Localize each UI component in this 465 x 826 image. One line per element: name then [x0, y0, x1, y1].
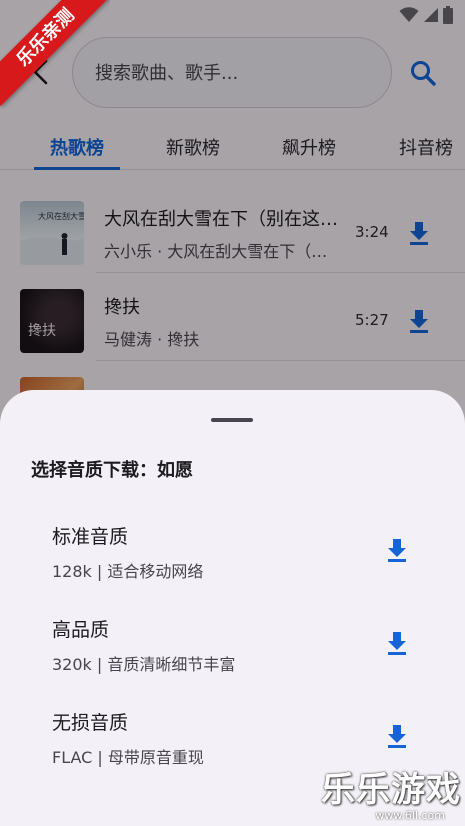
- app-screen: 热歌榜 新歌榜 飙升榜 抖音榜 大风在刮大雪在下 大风在刮大雪在下（别在这… 六…: [0, 0, 465, 826]
- quality-desc: 320k | 音质清晰细节丰富: [52, 655, 236, 674]
- quality-name: 标准音质: [52, 526, 129, 548]
- quality-desc: FLAC | 母带原音重现: [52, 748, 204, 767]
- brand-watermark: 乐乐游戏 www.6ll.com: [321, 770, 461, 822]
- quality-bottom-sheet: 选择音质下载：如愿 标准音质 128k | 适合移动网络 高品质 320k | …: [0, 390, 465, 826]
- ribbon-label: 乐乐亲测: [0, 0, 110, 106]
- download-icon[interactable]: [383, 629, 411, 657]
- quality-option-high[interactable]: 高品质 320k | 音质清晰细节丰富: [0, 615, 465, 705]
- quality-desc: 128k | 适合移动网络: [52, 562, 204, 581]
- brand-name: 乐乐游戏: [321, 770, 461, 810]
- quality-option-standard[interactable]: 标准音质 128k | 适合移动网络: [0, 522, 465, 612]
- corner-ribbon: 乐乐亲测: [0, 0, 110, 110]
- brand-url: www.6ll.com: [375, 809, 445, 822]
- download-icon[interactable]: [383, 722, 411, 750]
- quality-name: 无损音质: [52, 712, 129, 734]
- download-icon[interactable]: [383, 536, 411, 564]
- sheet-title: 选择音质下载：如愿: [31, 460, 193, 481]
- drag-handle[interactable]: [211, 418, 253, 422]
- quality-name: 高品质: [52, 619, 110, 641]
